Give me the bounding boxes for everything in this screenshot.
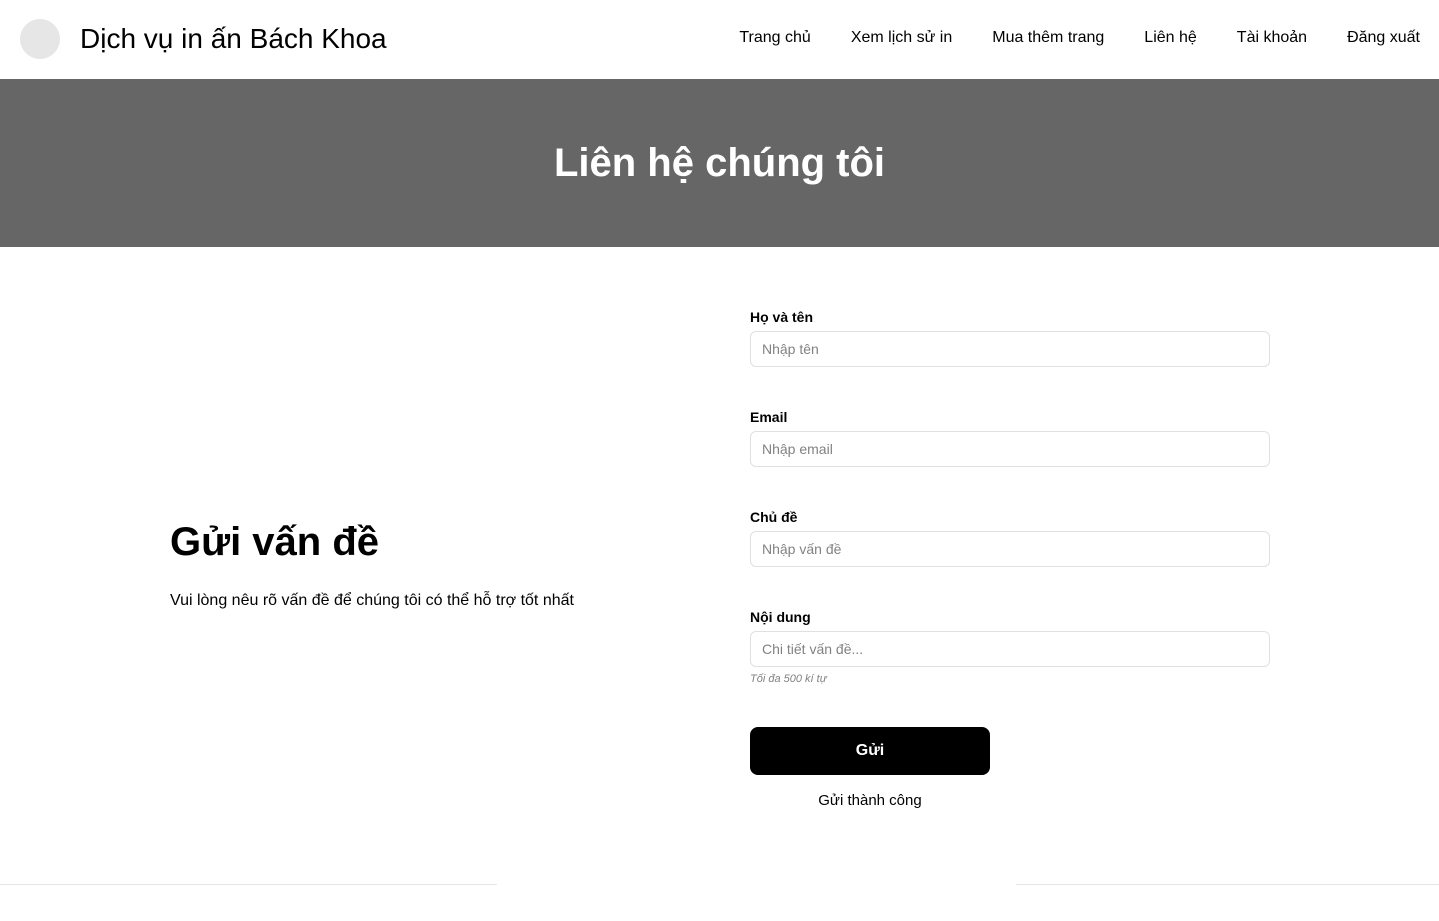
page-title: Liên hệ chúng tôi [553,141,886,185]
footer-divider-right [1016,884,1439,885]
site-header: Dịch vụ in ấn Bách Khoa Trang chủ Xem lị… [0,0,1439,79]
success-message: Gửi thành công [818,792,922,809]
nav-link-buy-pages[interactable]: Mua thêm trang [992,28,1104,48]
subject-input[interactable] [750,531,1270,567]
submit-button[interactable]: Gửi [750,727,990,775]
content-hint: Tối đa 500 kí tự [750,673,827,685]
section-description: Vui lòng nêu rõ vấn đề để chúng tôi có t… [170,592,574,609]
nav-link-account[interactable]: Tài khoản [1237,28,1307,48]
name-input[interactable] [750,331,1270,367]
footer-divider-left [0,884,497,885]
hero-banner: Liên hệ chúng tôi [0,79,1439,247]
logo[interactable] [20,19,60,59]
main-nav: Trang chủ Xem lịch sử in Mua thêm trang … [739,28,1420,48]
nav-link-home[interactable]: Trang chủ [739,28,810,48]
content-input[interactable] [750,631,1270,667]
section-heading: Gửi vấn đề [170,520,380,564]
nav-link-print-history[interactable]: Xem lịch sử in [851,28,952,48]
subject-label: Chủ đề [750,509,798,525]
email-label: Email [750,409,788,425]
name-label: Họ và tên [750,309,814,325]
email-input[interactable] [750,431,1270,467]
site-title: Dịch vụ in ấn Bách Khoa [80,23,387,54]
nav-link-contact[interactable]: Liên hệ [1144,28,1197,48]
content-label: Nội dung [750,609,811,625]
nav-link-logout[interactable]: Đăng xuất [1347,28,1420,48]
